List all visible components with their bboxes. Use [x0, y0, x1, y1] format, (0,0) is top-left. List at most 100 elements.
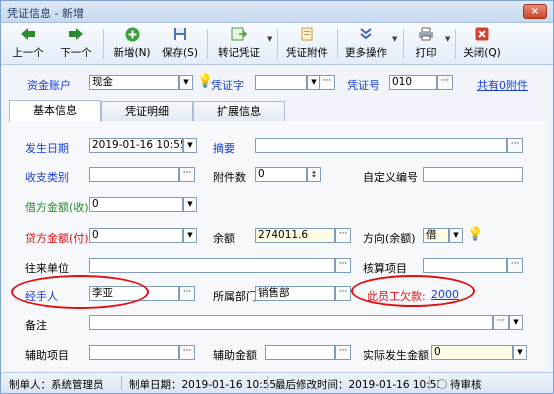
double-chevron-down-icon — [341, 27, 391, 43]
voucher-no-field[interactable]: 010 — [389, 75, 437, 90]
chevron-down-icon[interactable]: ▼ — [449, 228, 463, 243]
print-label: 打印 — [415, 47, 437, 59]
aux-item-label: 辅助项目 — [25, 349, 69, 362]
category-field[interactable] — [89, 167, 179, 182]
more-label: 更多操作 — [345, 47, 387, 59]
chevron-down-icon[interactable]: ▼ — [179, 75, 193, 90]
actual-amount-label: 实际发生金额 — [363, 349, 429, 362]
remark-lookup-button[interactable]: ··· — [493, 315, 509, 330]
created-date-text: 制单日期：2019-01-16 10:55 — [129, 379, 277, 391]
direction-label: 方向(余额) — [363, 232, 416, 245]
save-icon — [159, 27, 201, 43]
window-title: 凭证信息 - 新增 — [7, 7, 84, 20]
date-field[interactable]: 2019-01-16 10:55 — [89, 138, 183, 153]
chevron-down-icon[interactable]: ▼ — [183, 197, 197, 212]
aux-item-lookup-button[interactable]: ··· — [179, 345, 195, 360]
aux-amount-field[interactable] — [265, 345, 335, 360]
voucher-form: 资金账户 现金 ▼ 💡 凭证字 ▼ ··· 凭证号 010 ··· 共有0附件 … — [1, 65, 553, 372]
direction-select[interactable]: 借 — [423, 228, 449, 243]
actual-amount-field[interactable]: 0 — [431, 345, 513, 360]
lightbulb-icon: 💡 — [467, 227, 484, 242]
balance-lookup-button[interactable]: ··· — [335, 228, 351, 243]
toolbar-divider — [277, 29, 278, 59]
voucher-no-label: 凭证号 — [347, 79, 380, 92]
voucher-word-select[interactable] — [255, 75, 307, 90]
balance-field: 274011.6 — [255, 228, 335, 243]
add-button[interactable]: 新增(N) — [109, 25, 155, 63]
tab-voucher-detail[interactable]: 凭证明细 — [101, 101, 193, 122]
debit-label: 借方金额(收) — [25, 201, 89, 214]
save-button[interactable]: 保存(S) — [159, 25, 201, 63]
account-label: 资金账户 — [27, 79, 71, 92]
attachments-link[interactable]: 共有0附件 — [477, 77, 528, 93]
transfer-voucher-button[interactable]: 转记凭证 — [211, 25, 267, 63]
voucher-word-lookup-button[interactable]: ··· — [319, 75, 335, 90]
category-label: 收支类别 — [25, 171, 69, 184]
prev-button[interactable]: 上一个 — [7, 25, 49, 63]
pending-icon — [437, 379, 447, 389]
accounting-item-lookup-button[interactable]: ··· — [507, 258, 523, 273]
aux-amount-lookup-button[interactable]: ··· — [335, 345, 351, 360]
tab-basic-info[interactable]: 基本信息 — [9, 100, 101, 122]
chevron-down-icon[interactable]: ▼ — [183, 138, 197, 153]
chevron-down-icon[interactable]: ▼ — [392, 35, 397, 43]
department-field[interactable]: 销售部 — [255, 286, 335, 301]
toolbar-divider — [103, 29, 104, 59]
arrow-left-icon — [7, 27, 49, 43]
handler-lookup-button[interactable]: ··· — [179, 286, 195, 301]
balance-label: 余额 — [213, 232, 235, 245]
voucher-word-label: 凭证字 — [211, 79, 244, 92]
chevron-down-icon[interactable]: ▼ — [183, 228, 197, 243]
aux-item-field[interactable] — [89, 345, 179, 360]
chevron-down-icon[interactable]: ▼ — [513, 345, 527, 360]
toolbar-divider — [207, 29, 208, 59]
transfer-label: 转记凭证 — [218, 47, 260, 59]
tab-extended-info[interactable]: 扩展信息 — [193, 101, 285, 122]
more-actions-button[interactable]: 更多操作 — [341, 25, 391, 63]
toolbar: 上一个 下一个 新增(N) 保存(S) 转记凭证 ▼ 凭证附件 更多操作 ▼ 打… — [1, 23, 553, 65]
summary-lookup-button[interactable]: ··· — [507, 138, 523, 153]
voucher-attachment-button[interactable]: 凭证附件 — [281, 25, 333, 63]
summary-label: 摘要 — [213, 142, 235, 155]
attach-label: 凭证附件 — [286, 47, 328, 59]
remark-field[interactable] — [89, 315, 493, 330]
chevron-down-icon[interactable]: ▼ — [509, 315, 523, 330]
department-lookup-button[interactable]: ··· — [335, 286, 351, 301]
close-button[interactable]: 关闭(Q) — [459, 25, 505, 63]
counterparty-lookup-button[interactable]: ··· — [335, 258, 351, 273]
status-divider — [121, 376, 122, 390]
close-label: 关闭(Q) — [463, 47, 501, 59]
voucher-no-lookup-button[interactable]: ··· — [437, 75, 453, 90]
status-divider — [429, 376, 430, 390]
stepper-icon[interactable]: ↕ — [307, 167, 321, 182]
title-bar: 凭证信息 - 新增 × — [1, 1, 553, 23]
status-bar: 制单人：系统管理员 制单日期：2019-01-16 10:55 最后修改时间：2… — [1, 372, 553, 393]
account-select[interactable]: 现金 — [89, 75, 179, 90]
modified-time-text: 最后修改时间：2019-01-16 10:55 — [275, 379, 444, 391]
chevron-down-icon[interactable]: ▼ — [445, 35, 450, 43]
next-button[interactable]: 下一个 — [55, 25, 97, 63]
counterparty-field[interactable] — [89, 258, 335, 273]
window-close-button[interactable]: × — [523, 4, 547, 19]
chevron-down-icon[interactable]: ▼ — [267, 35, 272, 43]
summary-field[interactable] — [255, 138, 507, 153]
print-button[interactable]: 打印 — [409, 25, 443, 63]
printer-icon — [409, 27, 443, 43]
status-divider — [267, 376, 268, 390]
accounting-item-field[interactable] — [423, 258, 507, 273]
next-label: 下一个 — [60, 47, 92, 59]
creator-text: 制单人：系统管理员 — [9, 379, 104, 391]
credit-field[interactable]: 0 — [89, 228, 183, 243]
add-icon — [109, 27, 155, 43]
debit-field[interactable]: 0 — [89, 197, 183, 212]
credit-label: 贷方金额(付) — [25, 232, 89, 245]
transfer-icon — [211, 27, 267, 43]
counterparty-label: 往来单位 — [25, 262, 69, 275]
custom-no-field[interactable] — [423, 167, 523, 182]
category-lookup-button[interactable]: ··· — [179, 167, 195, 182]
toolbar-divider — [403, 29, 404, 59]
attach-count-field[interactable]: 0 — [255, 167, 307, 182]
status-state: 待审核 — [450, 379, 482, 391]
arrow-right-icon — [55, 27, 97, 43]
close-icon — [459, 27, 505, 43]
